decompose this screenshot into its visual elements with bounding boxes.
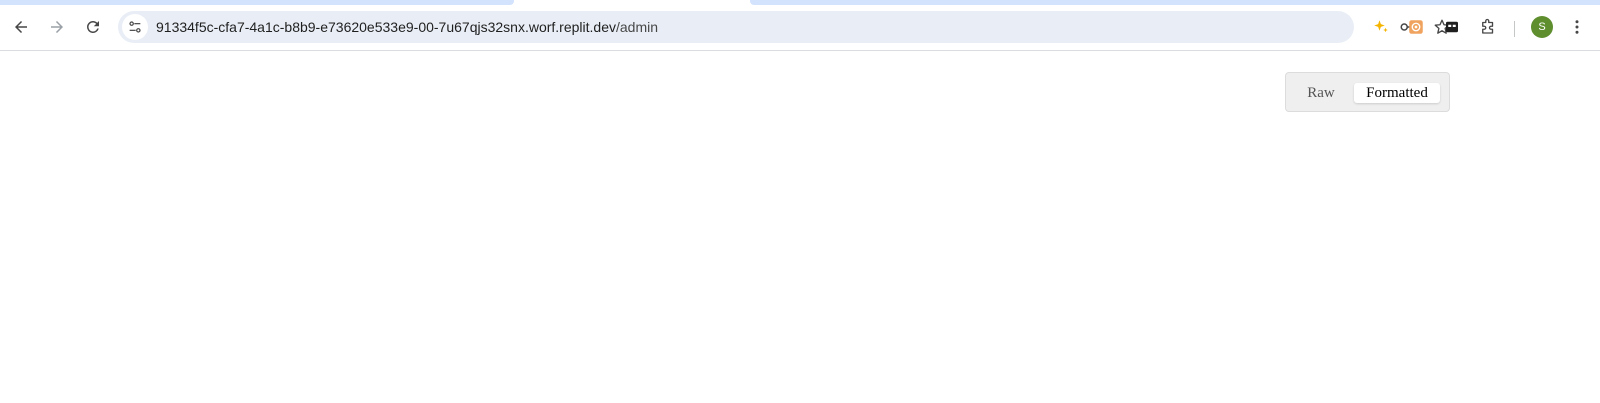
tune-icon bbox=[129, 21, 141, 33]
dark-extension-button[interactable] bbox=[1440, 15, 1464, 39]
json-viewer-toggle: Raw Formatted bbox=[1285, 72, 1450, 112]
orange-extension-button[interactable] bbox=[1404, 15, 1428, 39]
back-button[interactable] bbox=[5, 11, 37, 43]
profile-initial: S bbox=[1538, 21, 1546, 33]
address-bar[interactable]: 91334f5c-cfa7-4a1c-b8b9-e73620e533e9-00-… bbox=[118, 11, 1450, 43]
extensions-button[interactable] bbox=[1476, 15, 1500, 39]
forward-arrow-icon bbox=[51, 21, 63, 33]
url-text[interactable]: 91334f5c-cfa7-4a1c-b8b9-e73620e533e9-00-… bbox=[156, 19, 658, 35]
reload-icon bbox=[86, 20, 99, 33]
profile-avatar[interactable]: S bbox=[1531, 16, 1553, 38]
formatted-view-button[interactable]: Formatted bbox=[1354, 83, 1440, 103]
sparkle-icon bbox=[1374, 20, 1388, 33]
forward-button[interactable] bbox=[41, 11, 73, 43]
orange-extension-icon bbox=[1409, 20, 1423, 34]
url-path: /admin bbox=[615, 19, 659, 35]
browser-toolbar: 91334f5c-cfa7-4a1c-b8b9-e73620e533e9-00-… bbox=[0, 5, 1600, 51]
site-info-button[interactable] bbox=[122, 14, 148, 40]
reload-button[interactable] bbox=[77, 11, 109, 43]
browser-menu-button[interactable] bbox=[1565, 15, 1589, 39]
dark-extension-icon bbox=[1446, 21, 1458, 33]
url-host: 91334f5c-cfa7-4a1c-b8b9-e73620e533e9-00-… bbox=[156, 19, 616, 35]
raw-view-button[interactable]: Raw bbox=[1294, 83, 1348, 103]
sparkle-extension-button[interactable] bbox=[1369, 15, 1393, 39]
puzzle-icon bbox=[1482, 18, 1494, 34]
toolbar-divider bbox=[1514, 21, 1515, 37]
kebab-menu-icon bbox=[1575, 20, 1579, 34]
back-arrow-icon bbox=[15, 21, 27, 33]
